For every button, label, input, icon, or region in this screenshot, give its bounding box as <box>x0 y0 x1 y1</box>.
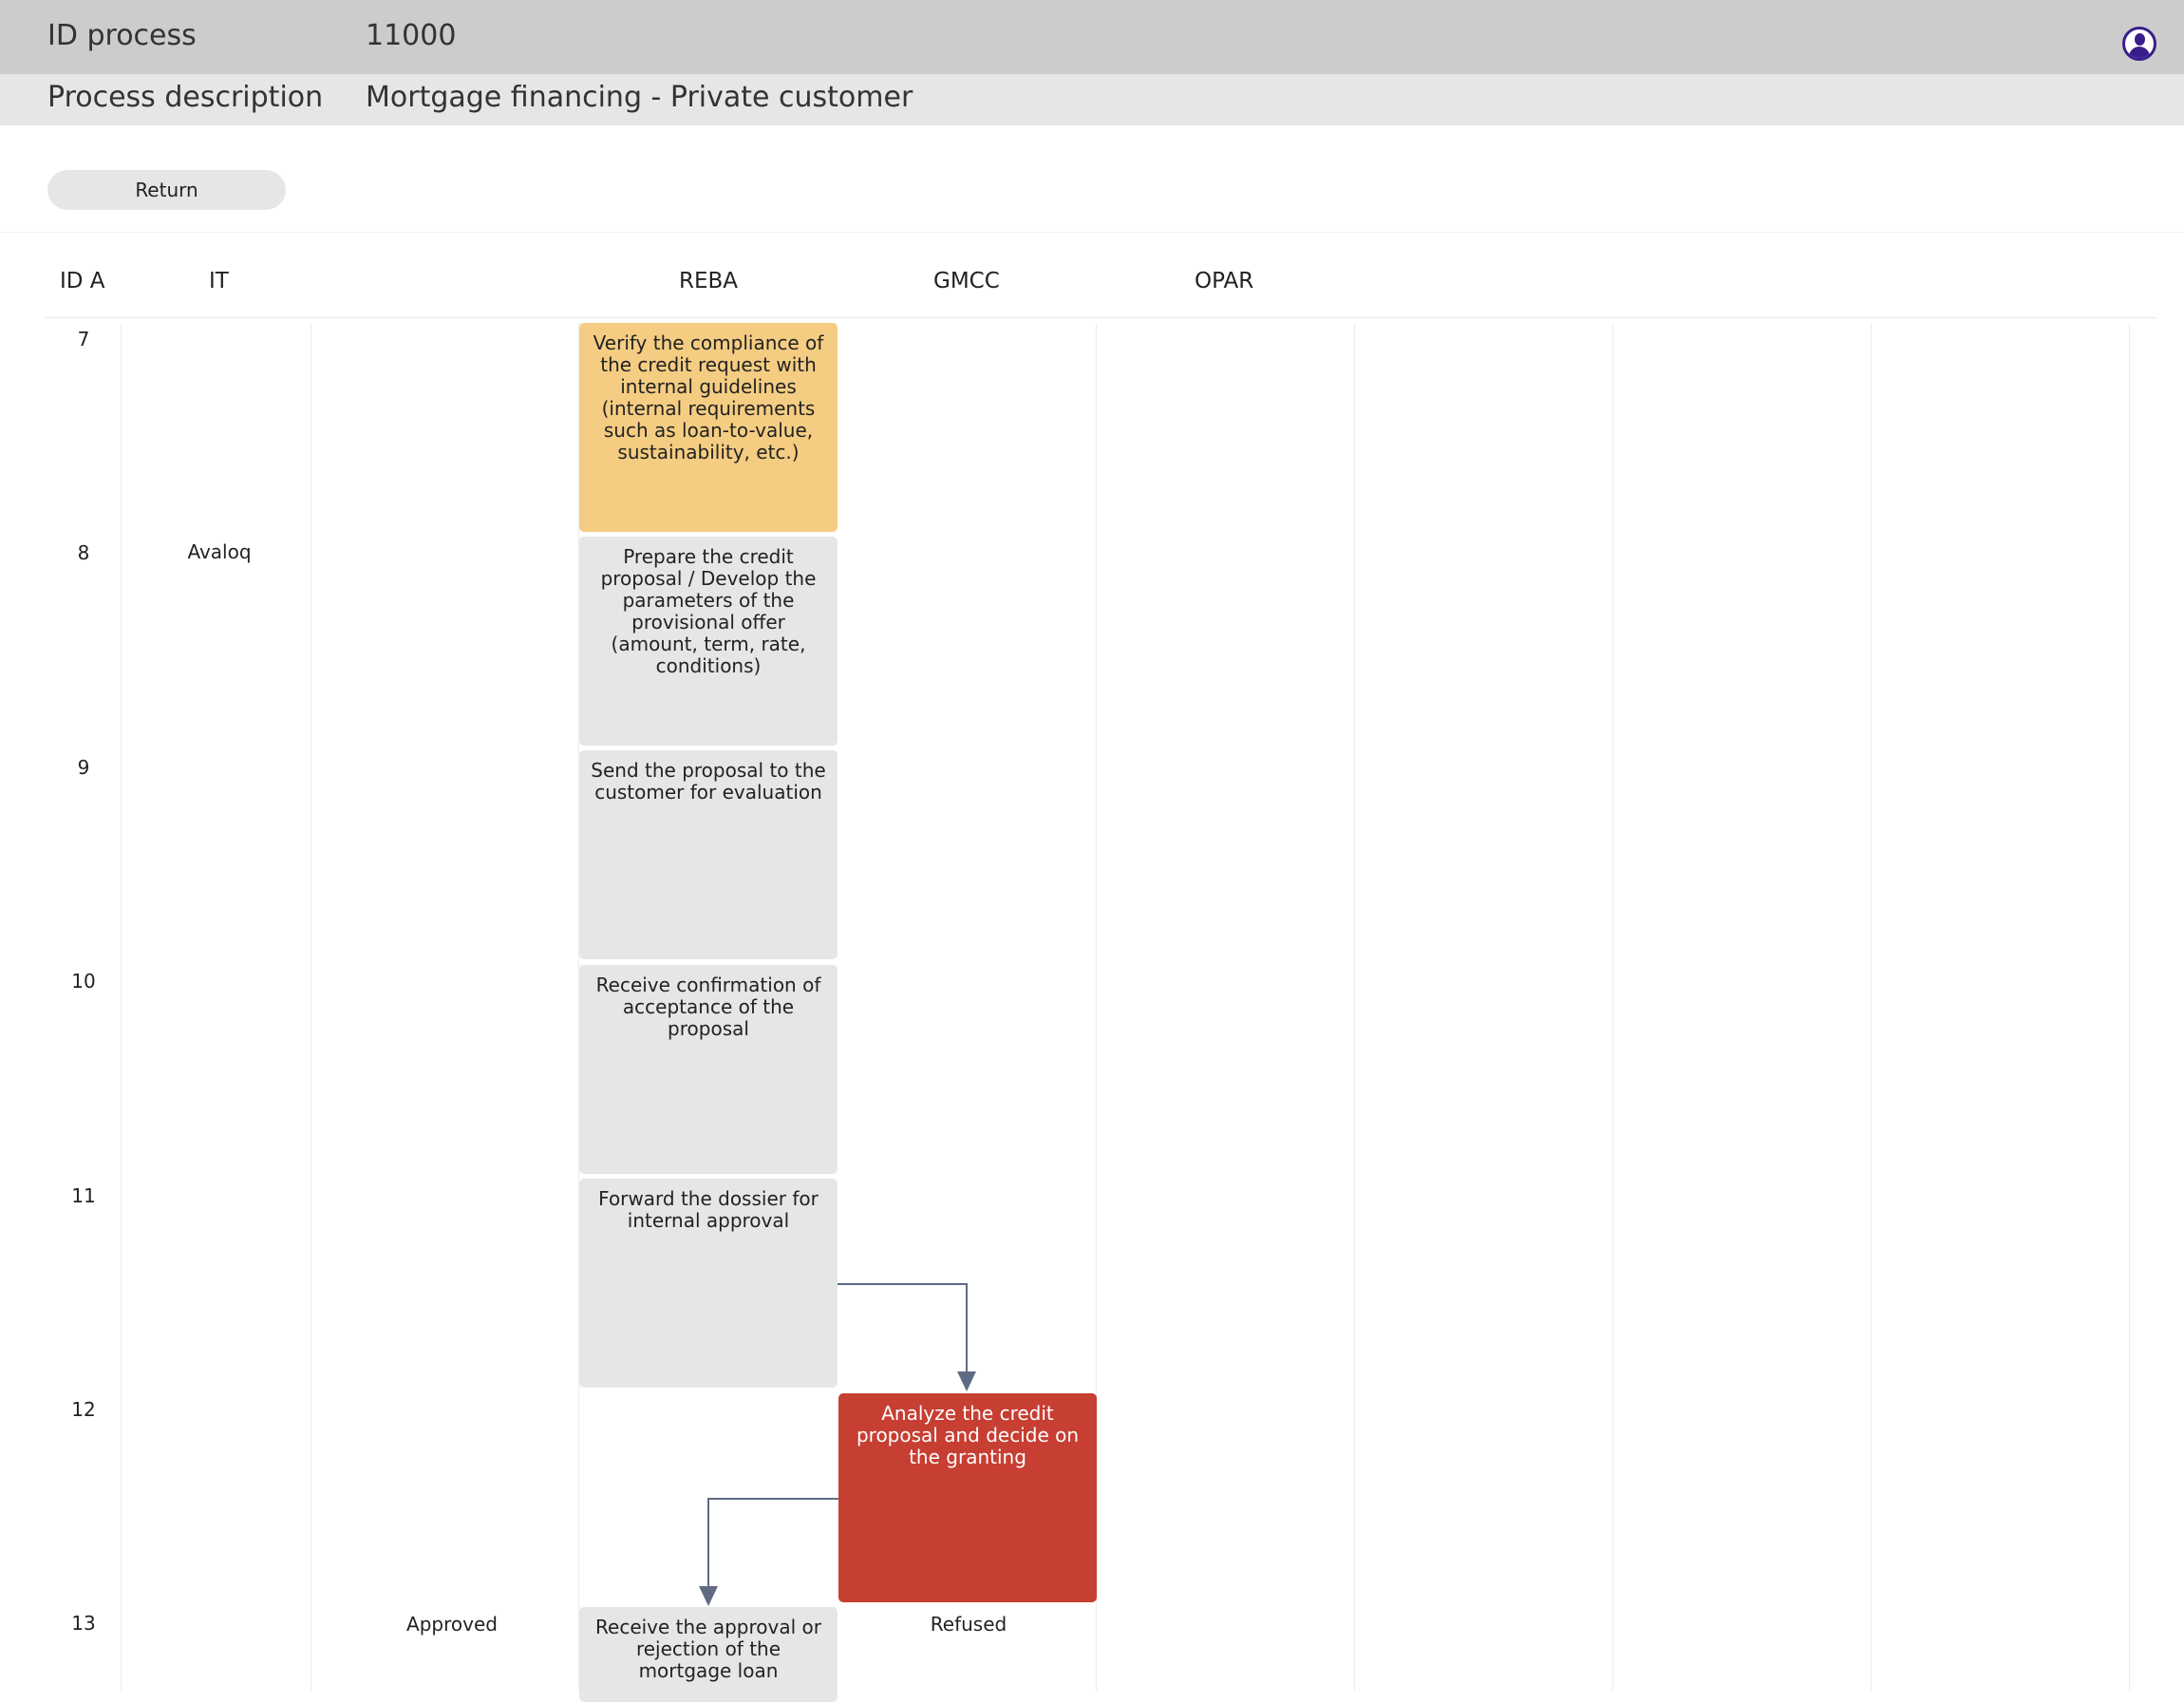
row-id: 11 <box>71 1184 96 1207</box>
process-description-label: Process description <box>47 81 324 114</box>
row-id: 13 <box>71 1612 96 1635</box>
process-description-bar <box>0 74 2184 125</box>
grid-line <box>121 323 122 1691</box>
user-icon[interactable] <box>2122 27 2156 61</box>
process-id-value: 11000 <box>366 19 457 52</box>
connector-arrowhead <box>699 1586 718 1606</box>
task-receive-approval[interactable]: Receive the approval or rejection of the… <box>579 1607 838 1702</box>
connector-analyze-to-receive <box>707 1498 838 1586</box>
grid-line <box>1612 323 1613 1691</box>
column-header-id: ID A <box>60 269 105 293</box>
process-id-label: ID process <box>47 19 197 52</box>
column-header-gmcc: GMCC <box>933 269 1000 293</box>
task-send-proposal[interactable]: Send the proposal to the customer for ev… <box>579 750 838 959</box>
header-divider <box>46 317 2157 318</box>
task-receive-confirmation[interactable]: Receive confirmation of acceptance of th… <box>579 965 838 1174</box>
task-prepare-proposal[interactable]: Prepare the credit proposal / Develop th… <box>579 537 838 746</box>
row-id: 10 <box>71 970 96 993</box>
connector-forward-to-analyze <box>838 1283 968 1371</box>
grid-line <box>1871 323 1872 1691</box>
user-icon-head <box>2135 33 2145 46</box>
row-id: 8 <box>77 541 90 564</box>
connector-arrowhead <box>957 1371 976 1391</box>
user-icon-body <box>2129 47 2150 58</box>
it-system-label: Avaloq <box>187 540 252 563</box>
row-id: 9 <box>77 756 90 779</box>
approved-label: Approved <box>406 1613 498 1636</box>
task-verify-compliance[interactable]: Verify the compliance of the credit requ… <box>579 323 838 532</box>
row-id: 12 <box>71 1398 96 1421</box>
return-button[interactable]: Return <box>47 170 286 210</box>
grid-line <box>2129 323 2130 1691</box>
toolbar-separator <box>0 232 2184 233</box>
process-description-value: Mortgage financing - Private customer <box>366 81 913 114</box>
column-header-it: IT <box>209 269 229 293</box>
process-id-bar <box>0 0 2184 74</box>
column-header-reba: REBA <box>679 269 739 293</box>
column-header-opar: OPAR <box>1195 269 1254 293</box>
task-forward-dossier[interactable]: Forward the dossier for internal approva… <box>579 1179 838 1388</box>
task-analyze-decide[interactable]: Analyze the credit proposal and decide o… <box>838 1393 1097 1602</box>
refused-label: Refused <box>930 1613 1007 1636</box>
grid-line <box>1354 323 1355 1691</box>
row-id: 7 <box>77 328 90 350</box>
